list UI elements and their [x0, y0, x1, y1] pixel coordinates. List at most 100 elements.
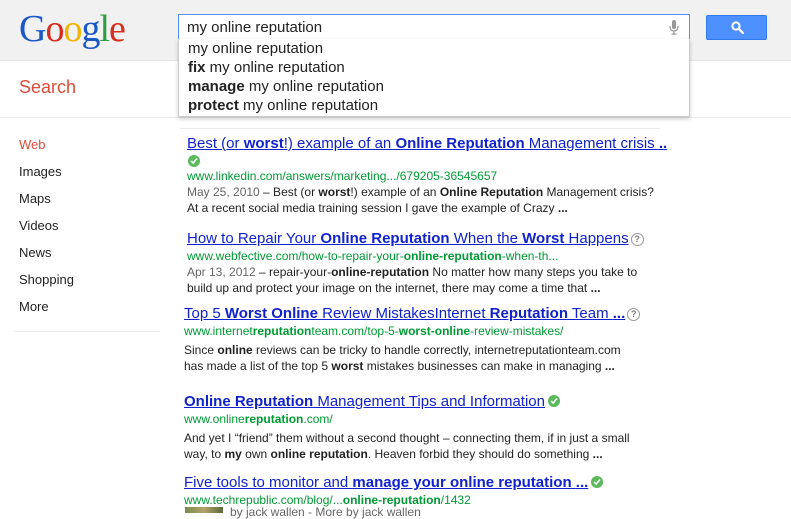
logo-letter: G	[19, 8, 46, 50]
snippet-text: !) example of an	[350, 185, 440, 199]
nav-item-news[interactable]: News	[19, 244, 159, 271]
results-divider	[180, 128, 660, 129]
url-bold: online-reputation	[403, 249, 502, 263]
author-thumbnail[interactable]	[185, 507, 223, 513]
header-divider	[0, 117, 791, 118]
suggestion-bold: fix	[188, 59, 206, 76]
snippet-text: – Best (or	[259, 185, 319, 199]
title-text: How to Repair Your	[187, 230, 321, 247]
title-text: Review MistakesInternet	[317, 305, 490, 322]
title-bold: ..	[658, 135, 668, 152]
snippet-bold: online reputation	[270, 447, 368, 461]
result-url: www.onlinereputation.com/	[184, 411, 644, 427]
result-title-link[interactable]: Best (or worst!) example of an Online Re…	[187, 134, 667, 153]
result-title-link[interactable]: Five tools to monitor and manage your on…	[184, 473, 644, 492]
title-bold: Worst	[522, 230, 565, 247]
logo-letter: l	[99, 8, 110, 50]
snippet-text: Since	[184, 343, 218, 357]
search-result: Online Reputation Management Tips and In…	[184, 392, 644, 462]
verified-check-icon[interactable]	[547, 395, 560, 407]
suggestion-item[interactable]: protect my online reputation	[179, 96, 689, 115]
title-bold: Online Reputation	[395, 135, 525, 152]
help-icon[interactable]: ?	[630, 233, 644, 246]
url-text: .com/	[303, 412, 333, 426]
suggestion-text: my online reputation	[238, 97, 379, 114]
snippet-bold: ...	[557, 201, 568, 215]
verified-check-icon[interactable]	[591, 476, 604, 488]
title-bold: Reputation	[489, 305, 568, 322]
search-button[interactable]	[706, 15, 767, 40]
url-text: -review-mistakes/	[470, 324, 564, 338]
snippet-bold: worst	[331, 359, 364, 373]
title-bold: Online Reputation	[320, 230, 450, 247]
result-snippet: Apr 13, 2012 – repair-your-online-reputa…	[187, 264, 647, 296]
nav-item-shopping[interactable]: Shopping	[19, 271, 159, 298]
snippet-text: mistakes businesses can make in managing	[363, 359, 605, 373]
nav-item-more[interactable]: More	[19, 298, 159, 325]
suggestion-text: my online reputation	[244, 78, 384, 95]
title-bold: worst	[243, 135, 284, 152]
title-text: Team	[568, 305, 613, 322]
url-bold: reputation	[252, 324, 312, 338]
snippet-text: . Heaven forbid they should do something	[367, 447, 593, 461]
search-result: How to Repair Your Online Reputation Whe…	[187, 229, 647, 296]
url-text: -when-th...	[501, 249, 559, 263]
title-bold: ...	[575, 474, 589, 491]
result-title-link[interactable]: Online Reputation Management Tips and In…	[184, 392, 644, 411]
search-result: Five tools to monitor and manage your on…	[184, 473, 644, 508]
snippet-bold: my	[224, 447, 242, 461]
microphone-icon[interactable]	[669, 20, 679, 35]
logo-letter: e	[109, 8, 126, 50]
url-text: team.com/top-5-	[311, 324, 399, 338]
title-bold: ...	[612, 305, 626, 322]
snippet-bold: Online Reputation	[439, 185, 544, 199]
result-url: www.webfective.com/how-to-repair-your-on…	[187, 248, 647, 264]
suggestion-bold: protect	[188, 97, 239, 114]
help-icon[interactable]: ?	[627, 308, 641, 321]
title-bold: manage your online reputation	[352, 474, 572, 491]
url-text: www.internet	[184, 324, 253, 338]
search-input[interactable]	[187, 17, 657, 37]
nav-item-videos[interactable]: Videos	[19, 217, 159, 244]
search-result: Top 5 Worst Online Review MistakesIntern…	[184, 304, 641, 374]
google-logo[interactable]: Google	[19, 7, 126, 51]
snippet-text: – repair-your-	[255, 265, 332, 279]
result-title-link[interactable]: Top 5 Worst Online Review MistakesIntern…	[184, 304, 641, 323]
title-text: Best (or	[187, 135, 244, 152]
nav-item-maps[interactable]: Maps	[19, 190, 159, 217]
title-text: !) example of an	[283, 135, 396, 152]
snippet-bold: online-reputation	[331, 265, 430, 279]
url-text: www.webfective.com/how-to-repair-your-	[187, 249, 404, 263]
author-byline[interactable]: by jack wallen - More by jack wallen	[230, 505, 421, 519]
snippet-bold: ...	[604, 359, 615, 373]
snippet-bold: online	[217, 343, 253, 357]
nav-item-web[interactable]: Web	[19, 136, 159, 163]
search-box[interactable]	[178, 14, 690, 40]
result-snippet: May 25, 2010 – Best (or worst!) example …	[187, 184, 657, 216]
page-title: Search	[19, 77, 77, 97]
result-snippet: Since online reviews can be tricky to ha…	[184, 342, 634, 374]
verified-check-icon[interactable]	[188, 155, 200, 167]
result-url: www.internetreputationteam.com/top-5-wor…	[184, 323, 634, 339]
result-date: May 25, 2010	[187, 185, 260, 199]
suggestion-item[interactable]: manage my online reputation	[179, 77, 689, 96]
snippet-bold: worst	[318, 185, 351, 199]
suggestion-item[interactable]: fix my online reputation	[179, 58, 689, 77]
url-text: www.online	[184, 412, 245, 426]
nav-divider	[14, 331, 159, 332]
title-text: Management Tips and Information	[313, 393, 545, 410]
title-bold: Worst Online	[224, 305, 318, 322]
nav-item-images[interactable]: Images	[19, 163, 159, 190]
suggestion-item[interactable]: my online reputation	[179, 39, 689, 58]
logo-letter: g	[81, 8, 100, 50]
suggestion-text: my online reputation	[188, 40, 324, 57]
autocomplete-dropdown: my online reputation fix my online reput…	[178, 39, 690, 117]
snippet-text: own	[241, 447, 271, 461]
search-result: Best (or worst!) example of an Online Re…	[187, 134, 667, 216]
title-text: Happens	[564, 230, 629, 247]
title-text: Management crisis	[524, 135, 659, 152]
left-nav: Web Images Maps Videos News Shopping Mor…	[19, 136, 159, 325]
url-bold: reputation	[244, 412, 304, 426]
url-bold: worst-online	[398, 324, 471, 338]
result-title-link[interactable]: How to Repair Your Online Reputation Whe…	[187, 229, 647, 248]
